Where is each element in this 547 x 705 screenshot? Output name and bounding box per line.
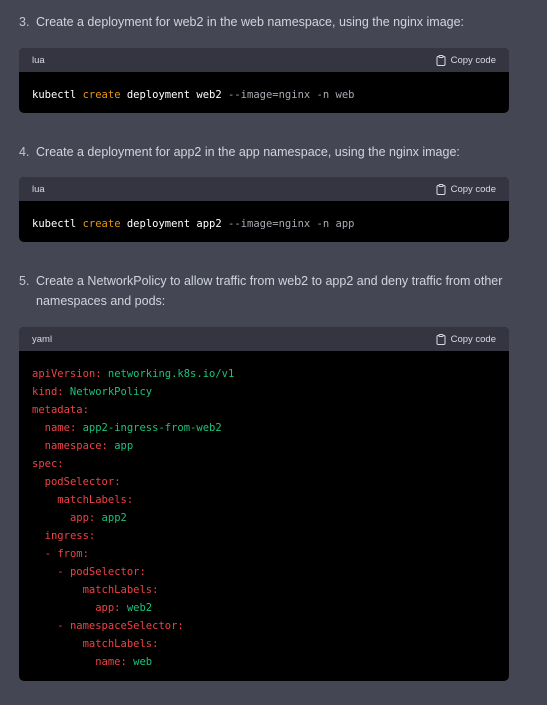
code-language-label: lua bbox=[32, 54, 45, 66]
clipboard-icon bbox=[436, 333, 446, 345]
step-text: Create a deployment for app2 in the app … bbox=[36, 145, 460, 159]
yaml-key: matchLabels: bbox=[82, 638, 159, 650]
step-number: 4. bbox=[19, 145, 30, 159]
yaml-key: name: bbox=[44, 422, 77, 434]
yaml-key: ingress: bbox=[44, 530, 96, 542]
code-line: matchLabels: bbox=[32, 635, 496, 653]
code-line: apiVersion: networking.k8s.io/v1 bbox=[32, 365, 496, 383]
copy-code-button[interactable]: Copy code bbox=[436, 333, 496, 345]
step-text: Create a NetworkPolicy to allow traffic … bbox=[36, 274, 503, 308]
yaml-value: web2 bbox=[120, 602, 153, 614]
code-line: name: web bbox=[32, 653, 496, 671]
copy-code-button[interactable]: Copy code bbox=[436, 54, 496, 66]
code-content: kubectl create deployment web2 --image=n… bbox=[32, 89, 355, 101]
code-block-yaml: yaml Copy code apiVersion: networking.k8… bbox=[19, 327, 509, 681]
yaml-key: app: bbox=[69, 512, 96, 524]
yaml-key: matchLabels: bbox=[57, 494, 134, 506]
code-language-label: lua bbox=[32, 183, 45, 195]
code-line: matchLabels: bbox=[32, 491, 496, 509]
yaml-value: app bbox=[107, 440, 134, 452]
code-line: kind: NetworkPolicy bbox=[32, 383, 496, 401]
yaml-value: networking.k8s.io/v1 bbox=[101, 368, 235, 380]
yaml-key: podSelector: bbox=[69, 566, 146, 578]
step-number: 5. bbox=[19, 274, 30, 288]
code-line: namespace: app bbox=[32, 437, 496, 455]
code-line: podSelector: bbox=[32, 473, 496, 491]
list-item-step-4: 4. Create a deployment for app2 in the a… bbox=[19, 142, 509, 162]
copy-code-label: Copy code bbox=[450, 333, 496, 345]
code-block-app2: lua Copy code kubectl create deployment … bbox=[19, 177, 509, 242]
clipboard-icon bbox=[436, 54, 446, 66]
code-line: name: app2-ingress-from-web2 bbox=[32, 419, 496, 437]
code-block-web2: lua Copy code kubectl create deployment … bbox=[19, 48, 509, 113]
code-line: - podSelector: bbox=[32, 563, 496, 581]
code-header: yaml Copy code bbox=[19, 327, 509, 351]
copy-code-label: Copy code bbox=[450, 183, 496, 195]
list-item-step-5: 5. Create a NetworkPolicy to allow traff… bbox=[19, 271, 509, 311]
copy-code-button[interactable]: Copy code bbox=[436, 183, 496, 195]
step-number: 3. bbox=[19, 15, 30, 29]
code-line: - namespaceSelector: bbox=[32, 617, 496, 635]
code-line: spec: bbox=[32, 455, 496, 473]
yaml-value: NetworkPolicy bbox=[63, 386, 153, 398]
code-content: apiVersion: networking.k8s.io/v1 kind: Ne… bbox=[19, 351, 509, 671]
yaml-dash: - bbox=[57, 620, 70, 632]
code-line: metadata: bbox=[32, 401, 496, 419]
yaml-value: app2-ingress-from-web2 bbox=[76, 422, 222, 434]
yaml-key: apiVersion: bbox=[32, 368, 102, 380]
code-header: lua Copy code bbox=[19, 48, 509, 72]
yaml-dash: - bbox=[44, 548, 58, 560]
yaml-dash: - bbox=[57, 566, 70, 578]
code-line: ingress: bbox=[32, 527, 496, 545]
code-line: app: app2 bbox=[32, 509, 496, 527]
yaml-key: matchLabels: bbox=[82, 584, 159, 596]
code-line: app: web2 bbox=[32, 599, 496, 617]
yaml-key: podSelector: bbox=[44, 476, 121, 488]
yaml-value: app2 bbox=[95, 512, 127, 524]
yaml-key: app: bbox=[95, 602, 121, 614]
yaml-key: spec: bbox=[32, 458, 64, 470]
step-text: Create a deployment for web2 in the web … bbox=[36, 15, 465, 29]
code-header: lua Copy code bbox=[19, 177, 509, 201]
yaml-key: namespace: bbox=[44, 440, 108, 452]
yaml-key: namespaceSelector: bbox=[69, 620, 184, 632]
code-language-label: yaml bbox=[32, 333, 53, 345]
copy-code-label: Copy code bbox=[450, 54, 496, 66]
yaml-key: from: bbox=[57, 548, 89, 560]
code-line: matchLabels: bbox=[32, 581, 496, 599]
list-item-step-3: 3. Create a deployment for web2 in the w… bbox=[19, 12, 509, 32]
clipboard-icon bbox=[436, 183, 446, 195]
yaml-key: name: bbox=[95, 656, 127, 668]
yaml-key: kind: bbox=[32, 386, 64, 398]
yaml-key: metadata: bbox=[32, 404, 89, 416]
code-line: - from: bbox=[32, 545, 496, 563]
yaml-value: web bbox=[126, 656, 153, 668]
code-content: kubectl create deployment app2 --image=n… bbox=[32, 218, 355, 230]
